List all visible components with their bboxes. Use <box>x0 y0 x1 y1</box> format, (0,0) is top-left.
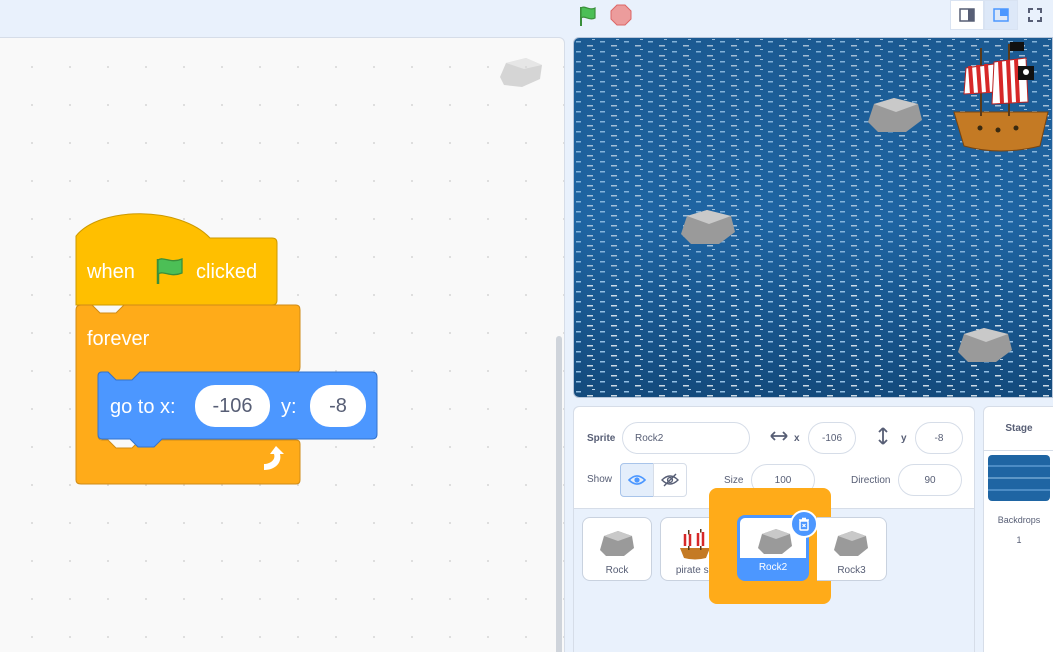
size-label: Size <box>724 475 744 486</box>
fullscreen-icon <box>1028 8 1042 22</box>
x-label: x <box>794 433 800 444</box>
rock2-thumbnail-icon <box>756 526 794 558</box>
rock3-thumbnail-icon <box>832 528 870 560</box>
horizontal-arrows-icon <box>770 429 788 448</box>
sprite-tile-label: Rock <box>605 565 629 576</box>
y-label: y <box>901 433 907 444</box>
sprite-tile-label: Rock3 <box>837 565 866 576</box>
stage-mode-buttons <box>950 0 1052 30</box>
go-to-y-label: y: <box>281 396 297 418</box>
clicked-label: clicked <box>196 261 258 283</box>
goto-y-input[interactable]: -8 <box>310 385 366 427</box>
normal-stage-button[interactable] <box>984 0 1018 30</box>
trash-icon <box>799 517 809 531</box>
when-flag-clicked-block[interactable] <box>75 213 278 306</box>
backdrop-thumbnail[interactable] <box>988 455 1050 501</box>
delete-sprite-button[interactable] <box>790 510 818 538</box>
sprite-tile-rock[interactable]: Rock <box>582 517 652 581</box>
show-visible-button[interactable] <box>620 463 654 497</box>
eye-slash-icon <box>661 473 679 487</box>
stage-canvas[interactable] <box>573 37 1053 398</box>
direction-label: Direction <box>851 475 891 486</box>
backdrops-count: 1 <box>1016 535 1022 545</box>
show-label: Show <box>587 474 613 485</box>
when-label: when <box>87 261 135 283</box>
show-hidden-button[interactable] <box>653 463 687 497</box>
small-stage-button[interactable] <box>950 0 984 30</box>
small-stage-icon <box>959 8 975 22</box>
fullscreen-button[interactable] <box>1018 0 1052 30</box>
stop-sign-icon[interactable] <box>610 4 632 26</box>
y-input[interactable]: -8 <box>915 422 963 454</box>
sprite-label: Sprite <box>587 433 616 444</box>
sprite-tile-rock3[interactable]: Rock3 <box>817 517 887 581</box>
vertical-arrows-icon <box>876 427 890 450</box>
sprite-tile-label: Rock2 <box>740 558 806 578</box>
forever-label: forever <box>87 328 150 350</box>
eye-icon <box>628 475 646 485</box>
direction-input[interactable]: 90 <box>898 464 962 496</box>
stage-title: Stage <box>984 407 1053 451</box>
x-input[interactable]: -106 <box>808 422 856 454</box>
backdrops-label: Backdrops <box>997 515 1041 525</box>
go-to-label: go to x: <box>110 396 176 418</box>
sprite-name-input[interactable]: Rock2 <box>622 422 750 454</box>
rock-thumbnail-icon <box>598 528 636 560</box>
goto-x-input[interactable]: -106 <box>195 385 270 427</box>
stage-selector[interactable]: Stage Backdrops 1 <box>983 406 1053 652</box>
normal-stage-icon <box>993 8 1009 22</box>
block-stack[interactable] <box>0 0 565 652</box>
green-flag-icon[interactable] <box>576 4 600 28</box>
